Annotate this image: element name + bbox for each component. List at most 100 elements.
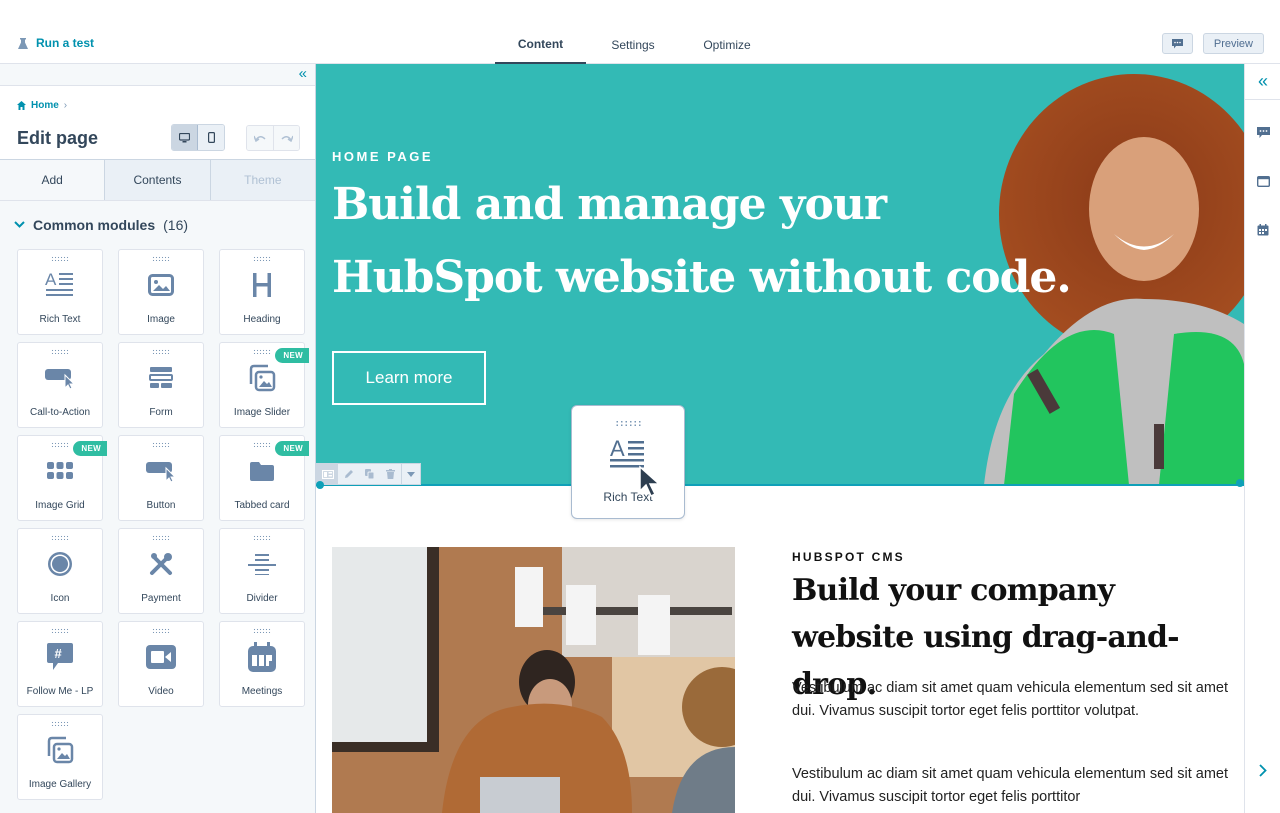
module-card-heading[interactable]: Heading — [219, 249, 305, 335]
drag-handle-icon — [253, 349, 271, 354]
home-icon — [17, 101, 26, 110]
module-label: Rich Text — [39, 314, 81, 325]
module-card-video[interactable]: Video — [118, 621, 204, 707]
module-card-payment[interactable]: Payment — [118, 528, 204, 614]
divider-icon — [247, 549, 277, 579]
undo-redo-group — [246, 125, 300, 151]
top-actions: Preview — [1161, 33, 1264, 54]
tab-optimize[interactable]: Optimize — [680, 26, 774, 64]
delete-section-button[interactable] — [380, 464, 401, 484]
module-card-follow-me-lp[interactable]: # Follow Me - LP — [17, 621, 103, 707]
collapse-sidebar-icon[interactable]: « — [299, 66, 307, 82]
page-title: Edit page — [17, 128, 99, 148]
section-title: Common modules — [33, 217, 156, 233]
drag-handle-icon — [152, 349, 170, 354]
hashtag-chat-icon: # — [45, 642, 75, 672]
drag-handle-icon — [51, 349, 69, 354]
panel-tab-theme[interactable]: Theme — [209, 160, 315, 200]
breadcrumb-separator-icon: › — [63, 100, 68, 111]
new-badge: NEW — [275, 441, 309, 456]
edit-section-button[interactable] — [338, 464, 359, 484]
comment-icon — [1171, 38, 1183, 48]
module-card-image-gallery[interactable]: Image Gallery — [17, 714, 103, 800]
module-label: Tabbed card — [234, 500, 290, 511]
drag-handle-icon — [152, 442, 170, 447]
image-icon — [146, 270, 176, 300]
flask-icon — [18, 37, 28, 49]
drag-handle-icon — [152, 535, 170, 540]
panel-tab-contents[interactable]: Contents — [104, 160, 210, 200]
tab-content[interactable]: Content — [495, 26, 586, 64]
copy-icon — [365, 469, 374, 479]
common-modules-header[interactable]: Common modules (16) — [14, 217, 315, 233]
layout-rail-button[interactable] — [1245, 176, 1280, 187]
module-label: Image Gallery — [28, 779, 92, 790]
rich-text-icon: A — [45, 270, 75, 300]
module-card-image[interactable]: Image — [118, 249, 204, 335]
breadcrumb: Home › — [17, 100, 67, 111]
module-grid: A Rich Text Image Heading Call-to-Action Form… — [17, 249, 309, 800]
comments-rail-button[interactable] — [1245, 127, 1280, 139]
comments-button[interactable] — [1161, 33, 1193, 54]
mobile-view-button[interactable] — [198, 125, 224, 150]
chevron-right-icon[interactable] — [1245, 764, 1280, 777]
module-card-form[interactable]: Form — [118, 342, 204, 428]
svg-text:#: # — [55, 646, 63, 661]
module-card-icon[interactable]: Icon — [17, 528, 103, 614]
hero-section[interactable]: HOME PAGE Build and manage your HubSpot … — [316, 64, 1244, 485]
module-card-image-grid[interactable]: Image Grid NEW — [17, 435, 107, 521]
page-canvas: HOME PAGE Build and manage your HubSpot … — [316, 64, 1244, 813]
breadcrumb-home[interactable]: Home — [31, 100, 59, 111]
module-label: Follow Me - LP — [26, 686, 94, 697]
module-label: Video — [148, 686, 174, 697]
hero-title: Build and manage your HubSpot website wi… — [332, 179, 1072, 303]
panel-tab-add[interactable]: Add — [0, 160, 105, 200]
section-count: (16) — [163, 217, 189, 233]
drag-handle-icon — [152, 628, 170, 633]
undo-icon — [254, 135, 266, 142]
button-icon — [146, 456, 176, 486]
desktop-view-button[interactable] — [172, 125, 198, 150]
drag-handle-icon — [253, 256, 271, 261]
drag-handle-icon — [253, 628, 271, 633]
run-a-test-link[interactable]: Run a test — [18, 36, 94, 50]
section-more-dropdown[interactable] — [401, 464, 420, 484]
new-badge: NEW — [73, 441, 107, 456]
sidebar-collapse-row: « — [0, 64, 315, 86]
right-rail: « — [1244, 64, 1280, 813]
clone-section-button[interactable] — [359, 464, 380, 484]
module-label: Image Slider — [233, 407, 291, 418]
drag-handle-icon — [614, 420, 642, 427]
team-photo-image — [332, 547, 735, 813]
drag-handle-icon — [51, 535, 69, 540]
tab-settings[interactable]: Settings — [586, 26, 680, 64]
calendar-rail-button[interactable] — [1245, 224, 1280, 236]
module-card-button[interactable]: Button — [118, 435, 204, 521]
module-card-rich-text[interactable]: A Rich Text — [17, 249, 103, 335]
svg-text:A: A — [610, 438, 625, 461]
module-label: Payment — [141, 593, 181, 604]
drag-handle-icon — [152, 256, 170, 261]
module-card-divider[interactable]: Divider — [219, 528, 305, 614]
undo-button[interactable] — [247, 126, 273, 150]
module-label: Heading — [243, 314, 281, 325]
trash-icon — [386, 469, 395, 479]
preview-button[interactable]: Preview — [1202, 33, 1264, 54]
learn-more-button[interactable]: Learn more — [332, 351, 486, 405]
drop-indicator-line — [316, 484, 1244, 486]
chevron-down-icon — [14, 219, 25, 231]
module-card-call-to-action[interactable]: Call-to-Action — [17, 342, 103, 428]
section-paragraph-1: Vestibulum ac diam sit amet quam vehicul… — [792, 680, 1229, 719]
module-card-image-slider[interactable]: Image Slider NEW — [219, 342, 309, 428]
device-toggle — [171, 124, 225, 151]
layout-icon — [321, 469, 334, 479]
image-grid-icon — [45, 456, 75, 486]
dragging-module-rich-text[interactable]: A Rich Text — [571, 405, 685, 519]
module-card-tabbed-card[interactable]: Tabbed card NEW — [219, 435, 309, 521]
expand-right-panel-icon[interactable]: « — [1245, 64, 1280, 100]
redo-button[interactable] — [273, 126, 299, 150]
module-card-meetings[interactable]: Meetings — [219, 621, 305, 707]
sidebar-header: Home › Edit page — [0, 86, 315, 160]
drag-handle-icon — [51, 721, 69, 726]
pencil-icon — [344, 470, 353, 478]
